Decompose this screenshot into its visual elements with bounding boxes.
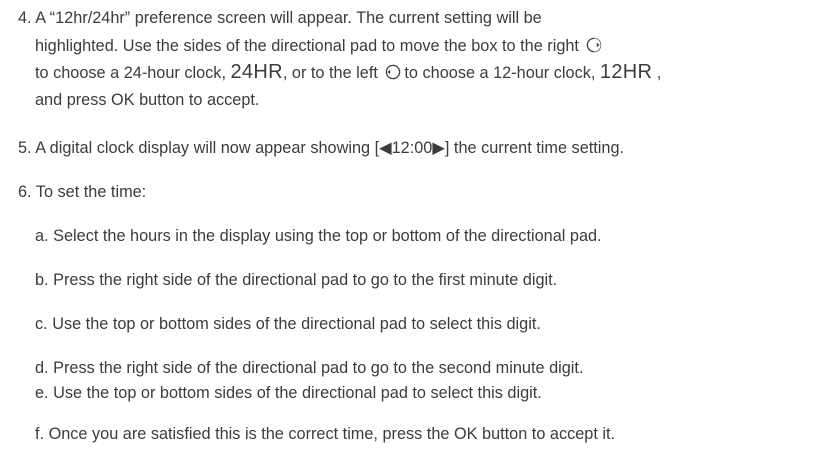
step-6-intro: 6. To set the time: [18,183,147,201]
directional-pad-left-icon [385,64,401,80]
step-4-line-2-text: highlighted. Use the sides of the direct… [35,37,579,55]
option-12hr: 12HR [599,61,653,83]
step-6-substep-f: f. Once you are satisfied this is the co… [35,425,616,443]
option-24hr: 24HR [230,61,283,83]
step-6-substep-b: b. Press the right side of the direction… [35,271,558,289]
step-4-line-4: and press OK button to accept. [35,91,260,109]
step-4-line-3: to choose a 24-hour clock, 24HR, or to t… [35,62,661,83]
instruction-page: 4. A “12hr/24hr” preference screen will … [0,0,837,453]
step-6-substep-a: a. Select the hours in the display using… [35,227,602,245]
step-4-line-3-part-a: to choose a 24-hour clock, [35,64,231,82]
step-6-substep-e: e. Use the top or bottom sides of the di… [35,384,542,402]
step-5: 5. A digital clock display will now appe… [18,139,625,157]
step-4-line-3-part-c: to choose a 12-hour clock, [404,64,600,82]
step-4-line-3-part-b: , or to the left [282,64,383,82]
step-6-substep-d: d. Press the right side of the direction… [35,359,584,377]
step-4-line-3-part-d: , [652,64,662,82]
directional-pad-right-icon [586,37,602,53]
step-4-line-1: 4. A “12hr/24hr” preference screen will … [18,9,542,27]
step-6-substep-c: c. Use the top or bottom sides of the di… [35,315,541,333]
step-4-line-2: highlighted. Use the sides of the direct… [35,36,605,56]
